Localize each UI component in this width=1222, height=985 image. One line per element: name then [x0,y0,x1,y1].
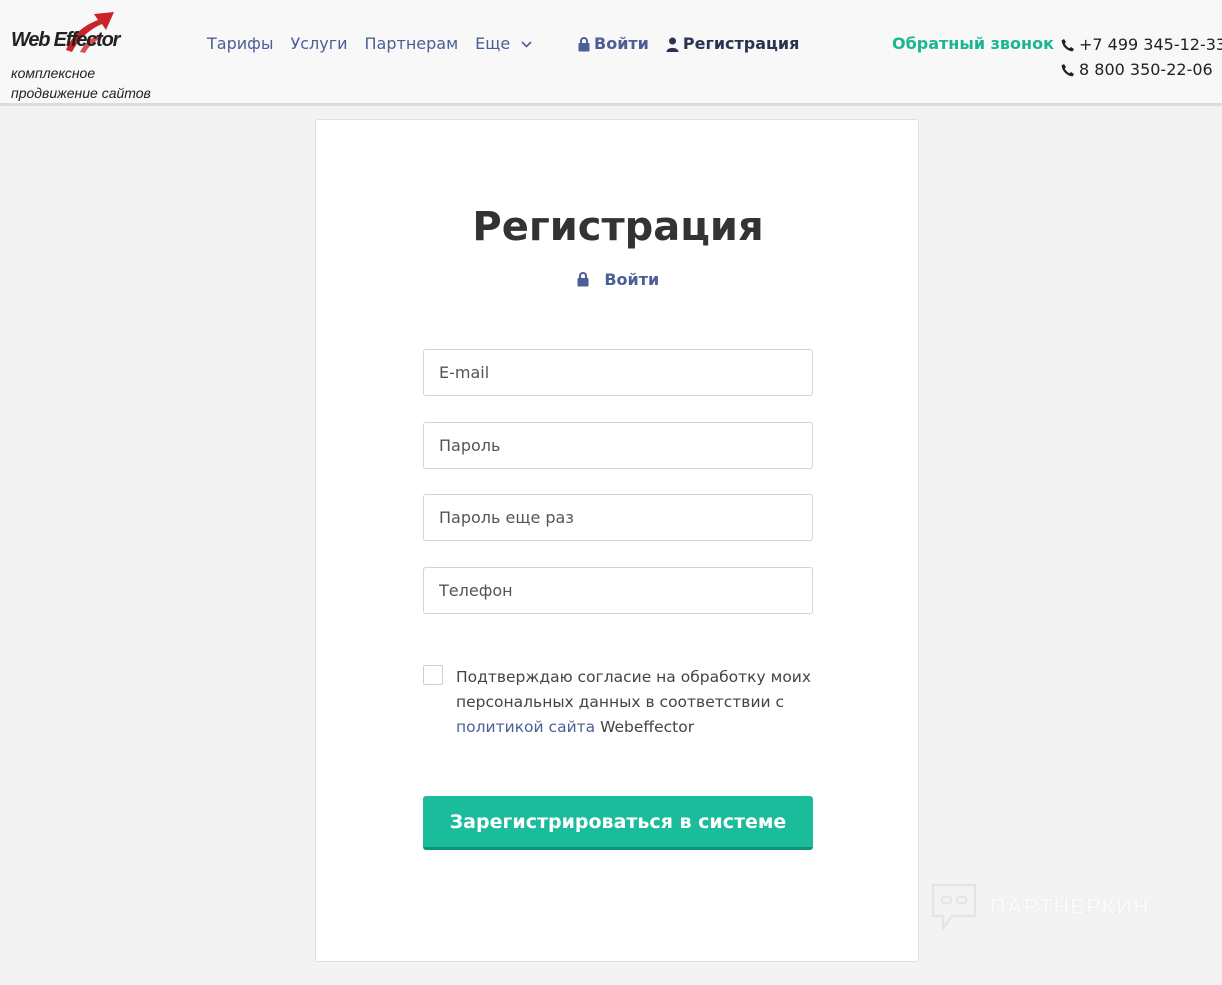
main-nav: Тарифы Услуги Партнерам Еще [207,33,532,55]
chevron-down-icon [521,41,532,48]
phone-number-1: +7 499 345-12-33 [1079,35,1222,54]
registration-card: Регистрация Войти Подтверждаю согласие н… [315,119,919,962]
nav-item-services[interactable]: Услуги [290,33,347,55]
consent-text-after: Webeffector [595,718,695,736]
auth-links: Войти Регистрация [578,33,799,55]
header-register-link[interactable]: Регистрация [666,33,800,55]
form-login-link[interactable]: Войти [316,269,920,291]
nav-item-more[interactable]: Еще [475,33,532,55]
phone-number-2: 8 800 350-22-06 [1079,60,1213,79]
watermark: ПАРТНЕРКИН [930,882,1150,932]
nav-item-tariffs[interactable]: Тарифы [207,33,273,55]
email-field[interactable] [423,349,813,396]
lock-icon [578,36,590,51]
callback-link[interactable]: Обратный звонок [892,33,1054,55]
phone-list: +7 499 345-12-33 8 800 350-22-06 [1061,32,1222,82]
phone-number[interactable]: 8 800 350-22-06 [1061,57,1222,82]
watermark-text: ПАРТНЕРКИН [990,894,1150,919]
logo[interactable]: Web Effector комплексное продвижение сай… [10,10,160,101]
logo-brand: Web Effector [11,29,120,51]
password-field[interactable] [423,422,813,469]
nav-item-more-label: Еще [475,34,511,53]
header-login-label: Войти [594,34,649,53]
nav-item-partners[interactable]: Партнерам [365,33,459,55]
lock-icon [577,272,589,287]
header-login-link[interactable]: Войти [578,33,649,55]
chat-bubble-icon [931,883,977,932]
site-header: Web Effector комплексное продвижение сай… [0,0,1222,106]
phone-icon [1061,38,1074,51]
policy-link[interactable]: политикой сайта [456,718,595,736]
user-icon [666,37,679,52]
register-button[interactable]: Зарегистрироваться в системе [423,796,813,850]
password-repeat-field[interactable] [423,494,813,541]
consent-text-before: Подтверждаю согласие на обработку моих п… [456,668,812,711]
phone-field[interactable] [423,567,813,614]
logo-tagline: комплексное продвижение сайтов [11,65,151,101]
form-login-label: Войти [604,270,660,289]
header-register-label: Регистрация [682,34,800,53]
consent-checkbox[interactable] [423,665,443,685]
page-title: Регистрация [472,204,764,250]
phone-icon [1061,63,1074,76]
phone-number[interactable]: +7 499 345-12-33 [1061,32,1222,57]
consent-text: Подтверждаю согласие на обработку моих п… [456,665,816,740]
